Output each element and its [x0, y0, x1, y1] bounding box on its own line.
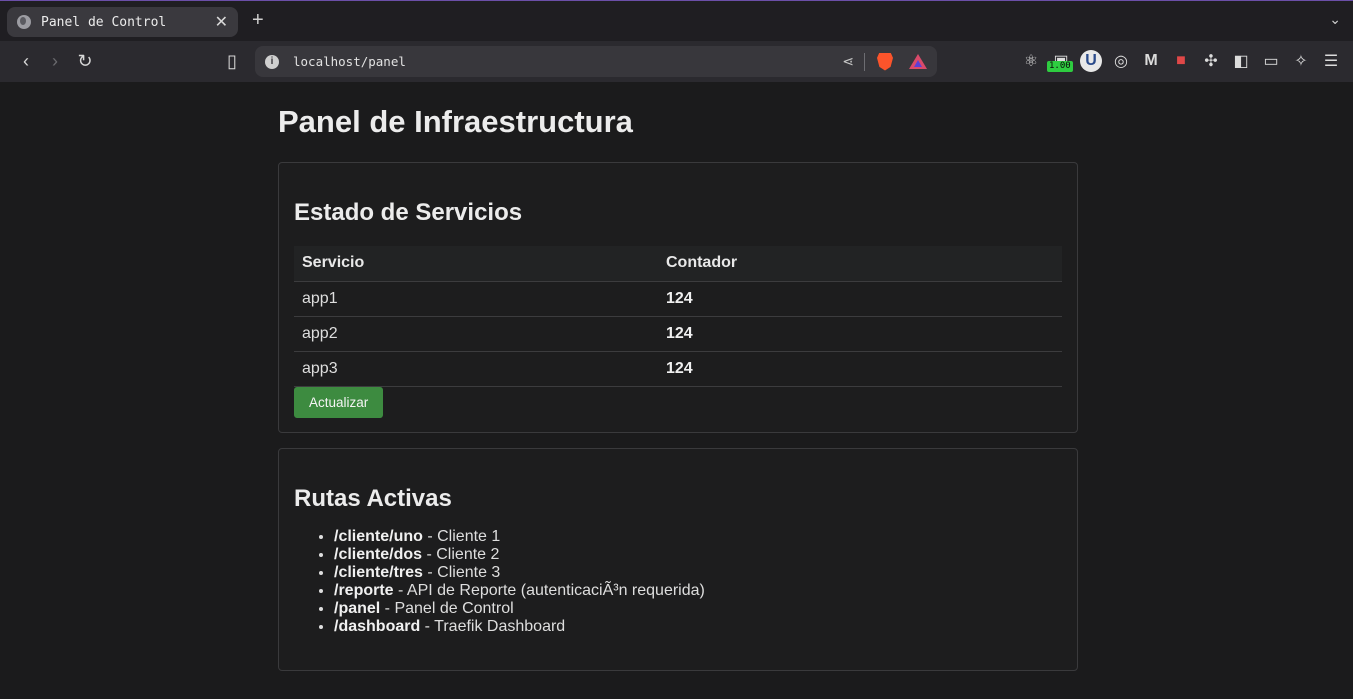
table-row: app1 124 [294, 281, 1062, 317]
refresh-button[interactable]: Actualizar [294, 386, 384, 418]
column-header-counter: Contador [658, 246, 1062, 282]
route-description: - Panel de Control [380, 600, 514, 617]
chevron-down-icon[interactable]: ⌄ [1329, 11, 1341, 28]
close-tab-icon[interactable]: ✕ [215, 12, 228, 32]
menu-icon[interactable]: ☰ [1320, 50, 1342, 72]
services-heading: Estado de Servicios [294, 199, 523, 226]
routes-heading: Rutas Activas [294, 485, 452, 512]
react-devtools-icon[interactable]: ⚛ [1020, 50, 1042, 72]
page-content: Panel de Infraestructura Estado de Servi… [3, 82, 1353, 699]
routes-card: Rutas Activas /cliente/uno - Cliente 1 /… [278, 448, 1078, 671]
brave-shields-icon[interactable] [877, 52, 893, 71]
list-item: /reporte - API de Reporte (autenticaciÃ³… [334, 582, 1062, 600]
route-path: /panel [334, 600, 381, 617]
leo-ai-icon[interactable]: ✧ [1290, 50, 1312, 72]
services-table: Servicio Contador app1 124 app2 124 app3 [294, 246, 1062, 387]
address-bar[interactable]: i localhost/panel ⋖ [255, 46, 937, 77]
forward-button[interactable]: › [43, 49, 67, 73]
table-header-row: Servicio Contador [294, 246, 1062, 282]
list-item: /cliente/uno - Cliente 1 [334, 528, 1062, 546]
service-name: app3 [294, 351, 658, 387]
route-path: /reporte [334, 582, 394, 599]
services-card: Estado de Servicios Servicio Contador ap… [278, 162, 1078, 433]
browser-toolbar: ‹ › ↻ ▯ i localhost/panel ⋖ ⚛ ▣ U ◎ M ■ … [0, 41, 1353, 82]
list-item: /cliente/dos - Cliente 2 [334, 546, 1062, 564]
page-title: Panel de Infraestructura [278, 104, 633, 139]
tab-title: Panel de Control [41, 14, 167, 30]
puzzle-icon[interactable]: ✣ [1200, 50, 1222, 72]
list-item: /cliente/tres - Cliente 3 [334, 564, 1062, 582]
divider [864, 52, 865, 71]
column-header-service: Servicio [294, 246, 658, 282]
spy-extension-icon[interactable]: ◎ [1110, 50, 1132, 72]
route-path: /cliente/uno [334, 528, 423, 545]
service-name: app2 [294, 316, 658, 352]
table-row: app2 124 [294, 316, 1062, 352]
reload-button[interactable]: ↻ [73, 49, 97, 73]
service-count: 124 [658, 316, 1062, 352]
route-path: /cliente/tres [334, 564, 423, 581]
new-tab-button[interactable]: + [252, 9, 264, 32]
site-info-icon[interactable]: i [265, 54, 279, 69]
extension-red-icon[interactable]: ■ [1170, 50, 1192, 72]
brave-rewards-icon[interactable] [909, 54, 927, 69]
route-path: /dashboard [334, 618, 421, 635]
bitwarden-icon[interactable]: U [1080, 50, 1102, 72]
route-description: - API de Reporte (autenticaciÃ³n requeri… [393, 582, 705, 599]
url-text[interactable]: localhost/panel [293, 54, 842, 69]
wallet-icon[interactable]: ▭ [1260, 50, 1282, 72]
extension-badge: 1.00 [1047, 61, 1073, 72]
route-description: - Cliente 3 [422, 564, 501, 581]
list-item: /dashboard - Traefik Dashboard [334, 618, 1062, 636]
route-path: /cliente/dos [334, 546, 423, 563]
main-container: Panel de Infraestructura Estado de Servi… [278, 82, 1078, 671]
browser-tab[interactable]: Panel de Control ✕ [7, 7, 238, 37]
back-button[interactable]: ‹ [14, 49, 38, 73]
service-count: 124 [658, 281, 1062, 317]
route-description: - Traefik Dashboard [420, 618, 566, 635]
globe-icon [17, 15, 31, 29]
malwarebytes-icon[interactable]: M [1140, 50, 1162, 72]
tab-strip: Panel de Control ✕ + ⌄ [0, 0, 1353, 41]
share-icon[interactable]: ⋖ [842, 53, 854, 70]
table-row: app3 124 [294, 351, 1062, 387]
bookmark-icon[interactable]: ▯ [220, 49, 244, 73]
routes-list: /cliente/uno - Cliente 1 /cliente/dos - … [294, 528, 1062, 636]
service-count: 124 [658, 351, 1062, 387]
list-item: /panel - Panel de Control [334, 600, 1062, 618]
route-description: - Cliente 2 [422, 546, 500, 563]
sidebar-icon[interactable]: ◧ [1230, 50, 1252, 72]
route-description: - Cliente 1 [422, 528, 501, 545]
service-name: app1 [294, 281, 658, 317]
